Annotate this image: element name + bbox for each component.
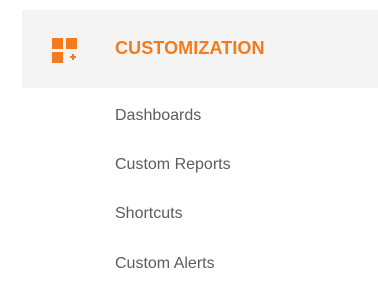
customization-grid-plus-icon	[52, 38, 78, 64]
section-title: CUSTOMIZATION	[115, 38, 265, 58]
nav-item-custom-alerts[interactable]: Custom Alerts	[115, 255, 215, 273]
nav-item-dashboards[interactable]: Dashboards	[115, 107, 201, 125]
customization-items-list: Dashboards Custom Reports Shortcuts Cust…	[22, 88, 378, 297]
nav-item-custom-reports[interactable]: Custom Reports	[115, 156, 231, 174]
nav-item-shortcuts[interactable]: Shortcuts	[115, 205, 183, 223]
customization-nav-panel: CUSTOMIZATION Dashboards Custom Reports …	[22, 10, 378, 297]
customization-section-header[interactable]: CUSTOMIZATION	[22, 10, 378, 88]
